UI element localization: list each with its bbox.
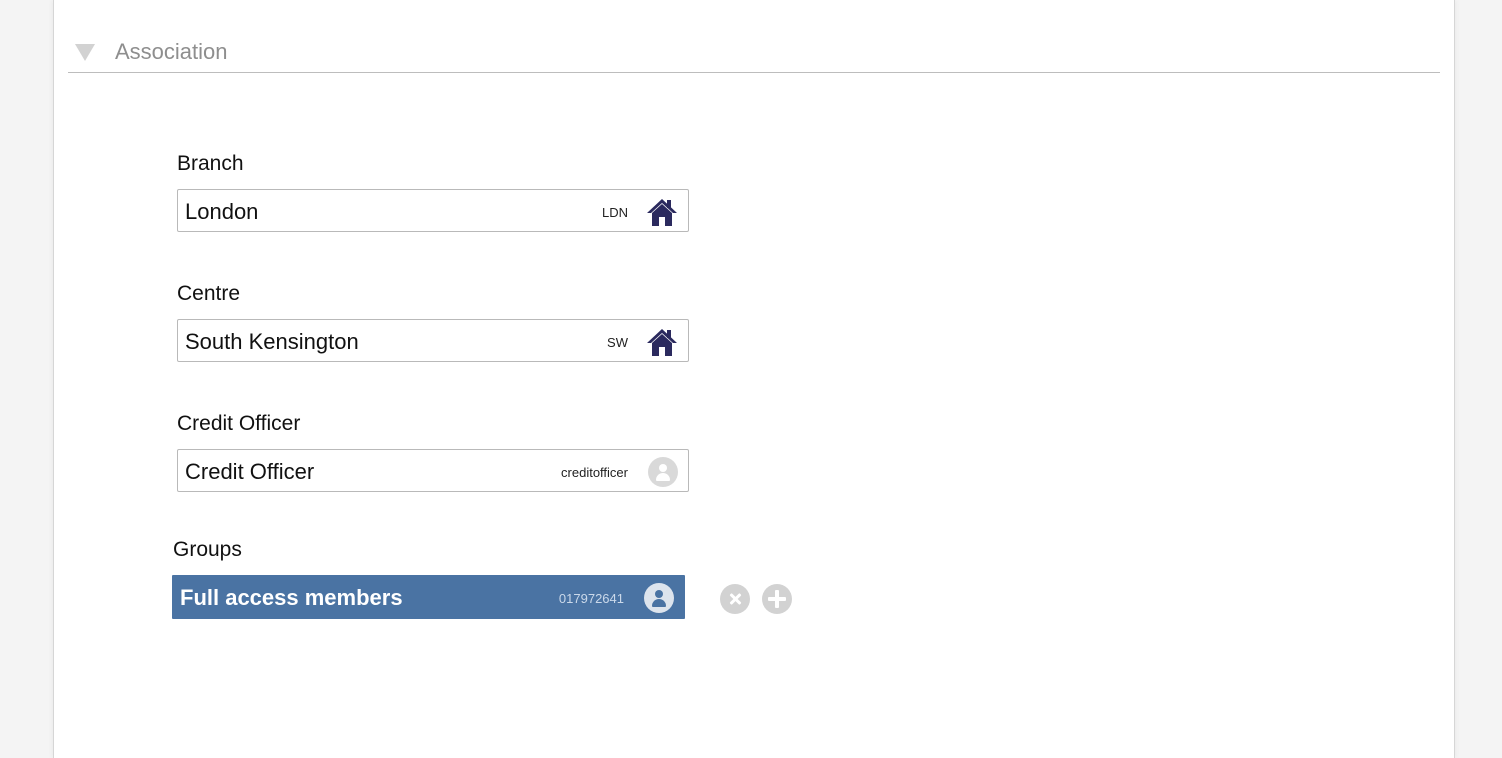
add-icon[interactable] xyxy=(762,584,792,614)
branch-code: LDN xyxy=(601,205,628,220)
section-title: Association xyxy=(115,39,228,64)
credit-officer-field[interactable]: Credit Officer creditofficer xyxy=(177,449,689,492)
credit-officer-label: Credit Officer xyxy=(177,412,301,435)
groups-value: Full access members xyxy=(180,585,403,610)
centre-label: Centre xyxy=(177,282,241,305)
remove-icon[interactable] xyxy=(720,584,750,614)
branch-label: Branch xyxy=(177,152,244,175)
home-icon xyxy=(647,329,677,356)
collapse-triangle-icon[interactable] xyxy=(75,44,95,61)
credit-officer-code: creditofficer xyxy=(561,465,628,480)
centre-code: SW xyxy=(607,335,628,350)
groups-field[interactable]: Full access members 017972641 xyxy=(172,575,685,619)
home-icon xyxy=(647,199,677,226)
user-avatar-icon xyxy=(644,583,674,613)
groups-code: 017972641 xyxy=(558,591,624,606)
centre-field[interactable]: South Kensington SW xyxy=(177,319,689,362)
centre-value: South Kensington xyxy=(185,329,359,354)
user-avatar-icon xyxy=(648,457,678,487)
branch-value: London xyxy=(185,199,259,224)
branch-field[interactable]: London LDN xyxy=(177,189,689,232)
credit-officer-value: Credit Officer xyxy=(185,459,315,484)
association-panel: Association Branch London LDN Centre Sou… xyxy=(53,0,1455,758)
groups-label: Groups xyxy=(173,538,242,561)
association-section-header[interactable]: Association xyxy=(68,32,1440,73)
